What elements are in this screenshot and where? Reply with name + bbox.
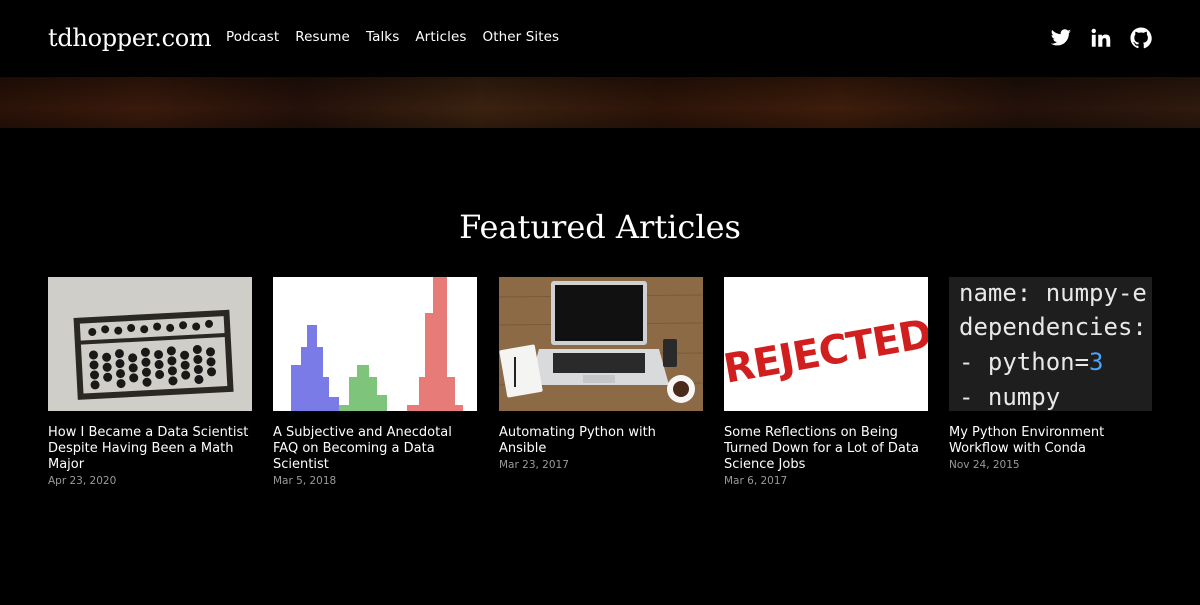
article-title[interactable]: How I Became a Data Scientist Despite Ha… bbox=[48, 425, 252, 473]
article-title[interactable]: A Subjective and Anecdotal FAQ on Becomi… bbox=[273, 425, 477, 473]
linkedin-icon[interactable] bbox=[1090, 27, 1112, 49]
top-navigation-bar: tdhopper.com Podcast Resume Talks Articl… bbox=[0, 0, 1200, 77]
featured-articles-heading: Featured Articles bbox=[459, 208, 741, 246]
article-date: Apr 23, 2020 bbox=[48, 475, 117, 487]
code-line: dependencies: bbox=[959, 313, 1147, 341]
nav-link-articles[interactable]: Articles bbox=[415, 29, 466, 45]
article-title[interactable]: Some Reflections on Being Turned Down fo… bbox=[724, 425, 928, 473]
nav-link-other-sites[interactable]: Other Sites bbox=[483, 29, 560, 45]
featured-articles-list: How I Became a Data Scientist Despite Ha… bbox=[48, 277, 1152, 507]
code-line: - python=3 bbox=[959, 348, 1104, 376]
article-card: A Subjective and Anecdotal FAQ on Becomi… bbox=[273, 277, 477, 487]
social-links bbox=[1050, 27, 1152, 49]
article-thumbnail-code[interactable]: name: numpy-e dependencies: - python=3 -… bbox=[949, 277, 1152, 411]
article-date: Nov 24, 2015 bbox=[949, 459, 1020, 471]
article-thumbnail-abacus[interactable] bbox=[48, 277, 252, 411]
article-thumbnail-rejected[interactable]: REJECTED bbox=[724, 277, 928, 411]
hero-banner-image bbox=[0, 77, 1200, 128]
article-card: Automating Python with Ansible Mar 23, 2… bbox=[499, 277, 703, 471]
article-thumbnail-histogram[interactable] bbox=[273, 277, 477, 411]
nav-link-podcast[interactable]: Podcast bbox=[226, 29, 279, 45]
article-date: Mar 23, 2017 bbox=[499, 459, 569, 471]
article-card: name: numpy-e dependencies: - python=3 -… bbox=[949, 277, 1152, 471]
main-nav: Podcast Resume Talks Articles Other Site… bbox=[226, 29, 559, 45]
code-line: - numpy bbox=[959, 383, 1060, 411]
twitter-icon[interactable] bbox=[1050, 27, 1072, 49]
article-thumbnail-laptop[interactable] bbox=[499, 277, 703, 411]
article-date: Mar 6, 2017 bbox=[724, 475, 788, 487]
article-title[interactable]: My Python Environment Workflow with Cond… bbox=[949, 425, 1152, 457]
article-title[interactable]: Automating Python with Ansible bbox=[499, 425, 703, 457]
github-icon[interactable] bbox=[1130, 27, 1152, 49]
article-card: REJECTED Some Reflections on Being Turne… bbox=[724, 277, 928, 487]
code-line: name: numpy-e bbox=[959, 279, 1147, 307]
nav-link-talks[interactable]: Talks bbox=[366, 29, 399, 45]
article-card: How I Became a Data Scientist Despite Ha… bbox=[48, 277, 252, 487]
nav-link-resume[interactable]: Resume bbox=[295, 29, 350, 45]
article-date: Mar 5, 2018 bbox=[273, 475, 337, 487]
site-brand-link[interactable]: tdhopper.com bbox=[48, 24, 212, 52]
